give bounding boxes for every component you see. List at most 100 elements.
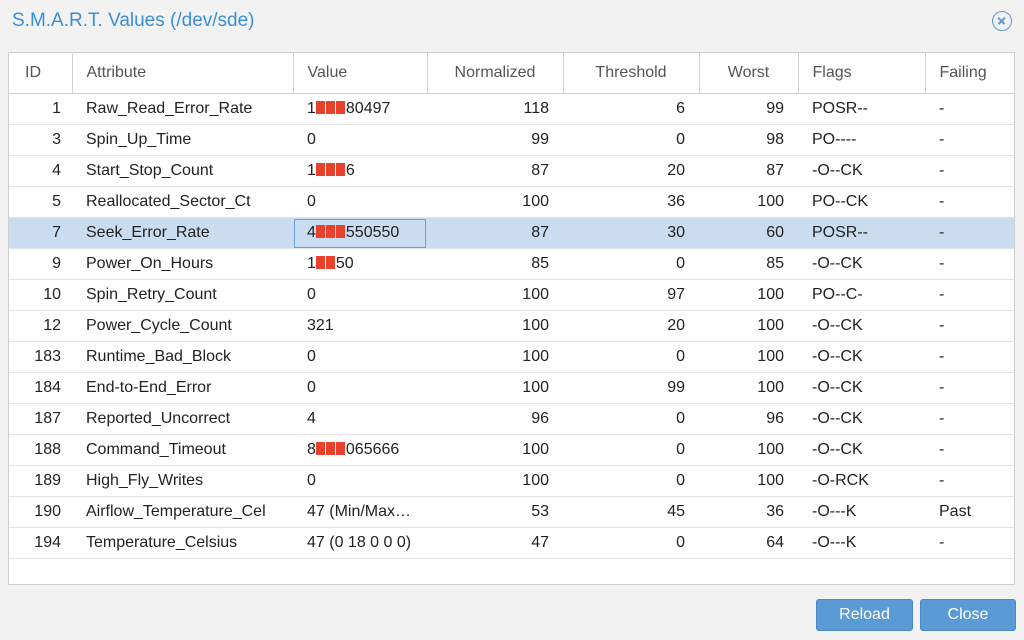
cell-id: 7 xyxy=(9,217,72,249)
cell-worst: 100 xyxy=(699,186,798,218)
cell-worst: 36 xyxy=(699,496,798,528)
column-header-flags[interactable]: Flags xyxy=(798,53,926,94)
cell-value: 0 xyxy=(293,124,427,156)
cell-attribute: Runtime_Bad_Block xyxy=(72,341,293,373)
cell-failing: - xyxy=(925,434,1014,466)
cell-flags: -O---K xyxy=(798,496,925,528)
cell-attribute: High_Fly_Writes xyxy=(72,465,293,497)
cell-worst: 64 xyxy=(699,527,798,559)
cell-flags: PO--C- xyxy=(798,279,925,311)
value-text-suffix: 50 xyxy=(335,255,354,272)
reload-button[interactable]: Reload xyxy=(816,599,913,631)
cell-threshold: 0 xyxy=(563,341,699,373)
cell-attribute: End-to-End_Error xyxy=(72,372,293,404)
value-text: 47 (0 18 0 0 0) xyxy=(307,534,412,551)
cell-failing: - xyxy=(925,93,1014,125)
cell-threshold: 45 xyxy=(563,496,699,528)
cell-attribute: Command_Timeout xyxy=(72,434,293,466)
value-text: 0 xyxy=(307,472,316,489)
cell-attribute: Power_Cycle_Count xyxy=(72,310,293,342)
table-row[interactable]: 7 Seek_Error_Rate 4 550550 87 30 60 POSR-- - xyxy=(9,217,1014,249)
table-row[interactable]: 194 Temperature_Celsius 47 (0 18 0 0 0) 47 0… xyxy=(9,527,1014,559)
cell-id: 12 xyxy=(9,310,72,342)
cell-failing: - xyxy=(925,279,1014,311)
cell-failing: Past xyxy=(925,496,1014,528)
redaction-block xyxy=(325,101,335,114)
cell-id: 10 xyxy=(9,279,72,311)
table-row[interactable]: 190 Airflow_Temperature_Cel 47 (Min/Max… 53… xyxy=(9,496,1014,528)
cell-flags: -O--CK xyxy=(798,372,925,404)
redaction-block xyxy=(325,163,335,176)
cell-attribute: Start_Stop_Count xyxy=(72,155,293,187)
dialog-footer: Reload Close xyxy=(0,592,1024,640)
column-header-normalized[interactable]: Normalized xyxy=(427,53,564,94)
cell-normalized: 87 xyxy=(427,217,563,249)
redaction-block xyxy=(315,442,325,455)
table-row[interactable]: 4 Start_Stop_Count 1 6 87 20 87 -O--CK - xyxy=(9,155,1014,187)
value-text: 0 xyxy=(307,379,316,396)
cell-value: 0 xyxy=(293,372,427,404)
table-row[interactable]: 189 High_Fly_Writes 0 100 0 100 -O-RCK - xyxy=(9,465,1014,497)
cell-normalized: 100 xyxy=(427,310,563,342)
cell-value: 0 xyxy=(293,279,427,311)
cell-threshold: 36 xyxy=(563,186,699,218)
redaction-block xyxy=(335,101,345,114)
cell-value: 16 xyxy=(293,155,427,187)
column-header-id[interactable]: ID xyxy=(9,53,73,94)
table-row[interactable]: 1 Raw_Read_Error_Rate 1 80497 118 6 99 POSR-- - xyxy=(9,93,1014,125)
cell-flags: PO---- xyxy=(798,124,925,156)
cell-threshold: 0 xyxy=(563,527,699,559)
column-header-attribute[interactable]: Attribute xyxy=(72,53,294,94)
close-button[interactable]: Close xyxy=(920,599,1016,631)
cell-normalized: 47 xyxy=(427,527,563,559)
cell-id: 4 xyxy=(9,155,72,187)
table-row[interactable]: 12 Power_Cycle_Count 321 100 20 100 -O--CK - xyxy=(9,310,1014,342)
cell-failing: - xyxy=(925,403,1014,435)
cell-value: 47 (0 18 0 0 0) xyxy=(293,527,427,559)
redaction-block xyxy=(335,163,345,176)
close-icon[interactable] xyxy=(992,11,1012,31)
cell-attribute: Reallocated_Sector_Ct xyxy=(72,186,293,218)
value-text: 321 xyxy=(307,317,334,334)
cell-value: 321 xyxy=(293,310,427,342)
cell-worst: 100 xyxy=(699,310,798,342)
column-header-failing[interactable]: Failing xyxy=(925,53,1014,94)
redaction-block xyxy=(315,225,325,238)
cell-threshold: 0 xyxy=(563,434,699,466)
table-row[interactable]: 5 Reallocated_Sector_Ct 0 100 36 100 PO--CK - xyxy=(9,186,1014,218)
cell-normalized: 100 xyxy=(427,372,563,404)
cell-attribute: Temperature_Celsius xyxy=(72,527,293,559)
redaction-block xyxy=(335,225,345,238)
cell-threshold: 20 xyxy=(563,310,699,342)
redaction-block xyxy=(325,225,335,238)
column-header-threshold[interactable]: Threshold xyxy=(563,53,700,94)
table-row[interactable]: 183 Runtime_Bad_Block 0 100 0 100 -O--CK - xyxy=(9,341,1014,373)
cell-failing: - xyxy=(925,465,1014,497)
cell-id: 183 xyxy=(9,341,72,373)
table-row[interactable]: 10 Spin_Retry_Count 0 100 97 100 PO--C- - xyxy=(9,279,1014,311)
cell-flags: -O--CK xyxy=(798,155,925,187)
cell-flags: -O--CK xyxy=(798,403,925,435)
cell-worst: 100 xyxy=(699,372,798,404)
column-header-value[interactable]: Value xyxy=(293,53,428,94)
cell-worst: 60 xyxy=(699,217,798,249)
redaction-block xyxy=(315,163,325,176)
table-row[interactable]: 9 Power_On_Hours 1 50 85 0 85 -O--CK - xyxy=(9,248,1014,280)
table-row[interactable]: 187 Reported_Uncorrect 4 96 0 96 -O--CK - xyxy=(9,403,1014,435)
table-row[interactable]: 188 Command_Timeout 8 065666 100 0 100 -O--CK - xyxy=(9,434,1014,466)
cell-flags: POSR-- xyxy=(798,93,925,125)
cell-threshold: 0 xyxy=(563,403,699,435)
cell-id: 189 xyxy=(9,465,72,497)
cell-failing: - xyxy=(925,527,1014,559)
cell-value: 1 80497 xyxy=(293,93,427,125)
cell-attribute: Raw_Read_Error_Rate xyxy=(72,93,293,125)
column-header-worst[interactable]: Worst xyxy=(699,53,799,94)
cell-flags: -O--CK xyxy=(798,341,925,373)
cell-value: 4 xyxy=(293,403,427,435)
cell-normalized: 85 xyxy=(427,248,563,280)
table-row[interactable]: 184 End-to-End_Error 0 100 99 100 -O--CK - xyxy=(9,372,1014,404)
table-row[interactable]: 3 Spin_Up_Time 0 99 0 98 PO---- - xyxy=(9,124,1014,156)
cell-worst: 96 xyxy=(699,403,798,435)
cell-id: 187 xyxy=(9,403,72,435)
cell-normalized: 100 xyxy=(427,465,563,497)
